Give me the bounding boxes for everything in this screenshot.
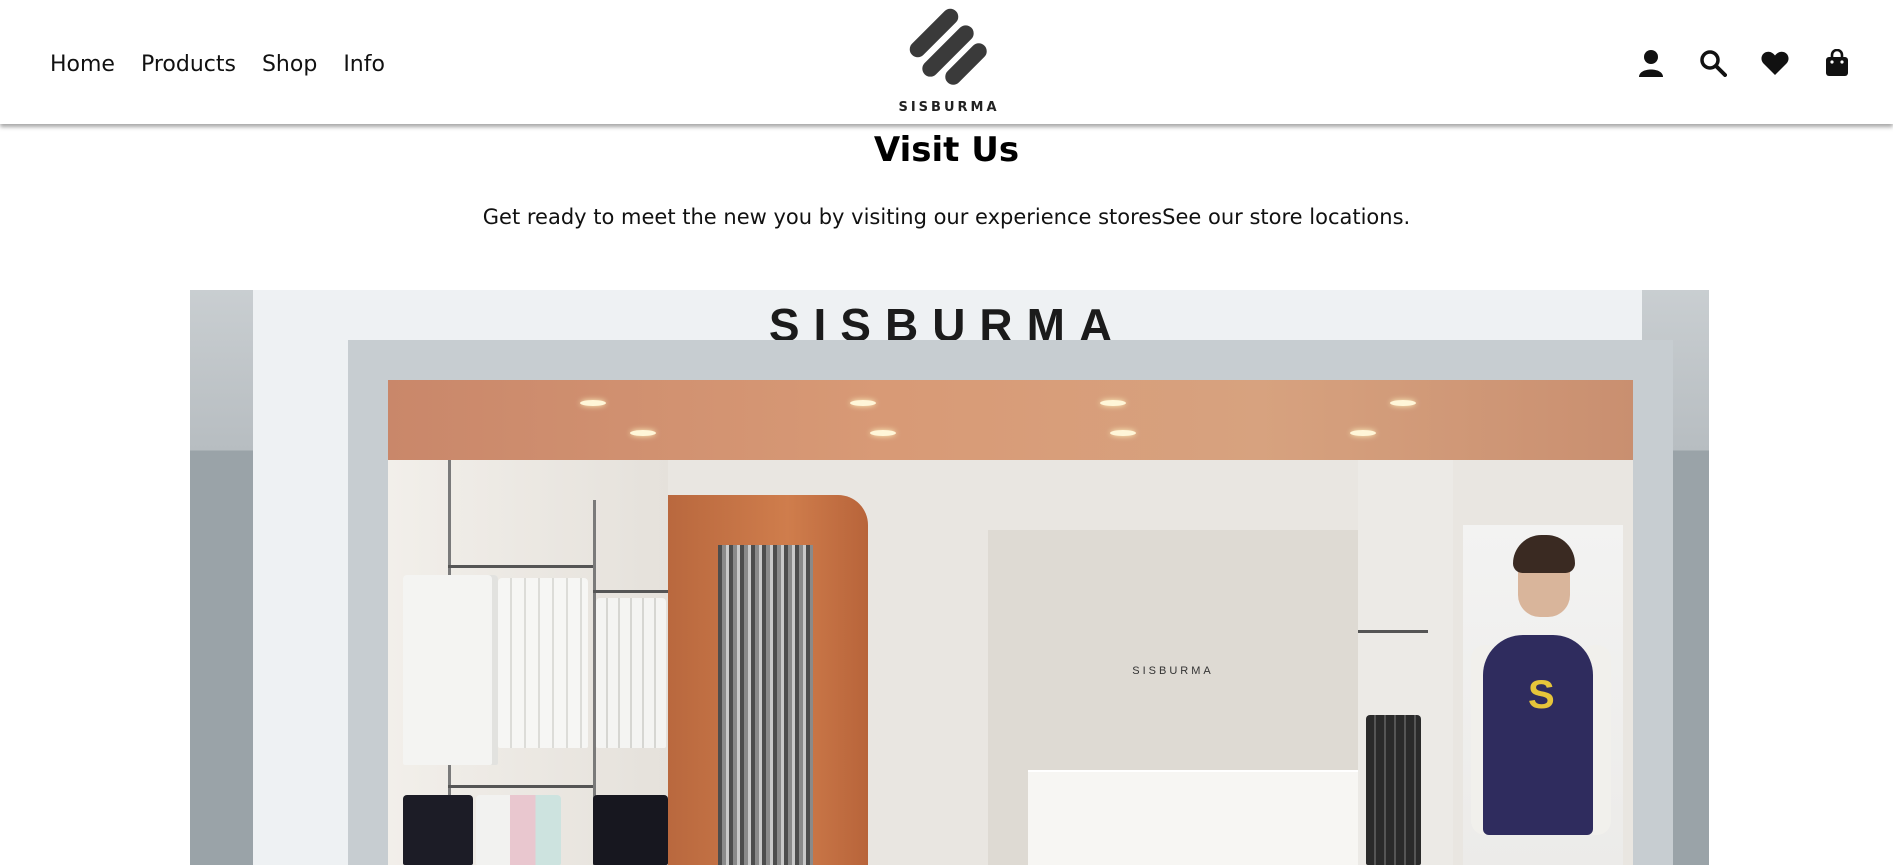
ceiling-light <box>1100 400 1126 406</box>
store-ceiling <box>388 380 1633 460</box>
store-entrance: SISBURMA S <box>348 340 1673 865</box>
shirt <box>403 795 473 865</box>
logo-text: SISBURMA <box>898 100 1000 115</box>
poster-jacket-letter: S <box>1528 673 1555 717</box>
store-left-wall <box>388 460 668 865</box>
logo-mark-icon <box>909 8 987 85</box>
ceiling-light <box>1350 430 1376 436</box>
clothing-rail <box>593 590 668 593</box>
nav-info[interactable]: Info <box>343 52 385 77</box>
store-side-wall-left <box>190 290 253 865</box>
shirt <box>403 575 498 765</box>
page-subtitle: Get ready to meet the new you by visitin… <box>482 205 1411 229</box>
fitting-room-curtain <box>718 545 813 865</box>
nav-shop[interactable]: Shop <box>262 52 317 77</box>
poster-figure-hair <box>1513 535 1575 573</box>
clothing-rail <box>448 565 593 568</box>
nav-products[interactable]: Products <box>141 52 236 77</box>
shirt-rack <box>596 598 666 748</box>
header-icons <box>1636 48 1852 78</box>
site-header: Home Products Shop Info SISBURMA <box>0 0 1893 124</box>
ceiling-light <box>580 400 606 406</box>
ceiling-light <box>1390 400 1416 406</box>
shirt-rack <box>498 578 588 748</box>
store-poster: S <box>1463 525 1623 865</box>
page-title: Visit Us <box>873 130 1020 170</box>
search-icon[interactable] <box>1698 48 1728 78</box>
shirt <box>593 795 668 865</box>
clothing-rail <box>1358 630 1428 633</box>
heart-icon[interactable] <box>1760 48 1790 78</box>
ceiling-light <box>1110 430 1136 436</box>
brand-logo[interactable]: SISBURMA <box>896 0 1002 124</box>
store-front-image: SISBURMA SISBURMA S <box>190 290 1709 865</box>
shirt-rack <box>1366 715 1421 865</box>
shopping-bag-icon[interactable] <box>1822 48 1852 78</box>
user-icon[interactable] <box>1636 48 1666 78</box>
ceiling-light <box>850 400 876 406</box>
clothing-rail <box>448 785 593 788</box>
nav-home[interactable]: Home <box>50 52 115 77</box>
poster-figure-jacket <box>1483 635 1593 835</box>
store-frame: SISBURMA SISBURMA S <box>253 290 1673 865</box>
main-nav: Home Products Shop Info <box>50 52 385 77</box>
ceiling-light <box>630 430 656 436</box>
store-counter <box>1028 770 1408 865</box>
store-interior: SISBURMA S <box>388 380 1633 865</box>
wall-brand-text: SISBURMA <box>1132 665 1214 677</box>
store-right-wall <box>1358 460 1453 865</box>
shirt <box>476 795 561 865</box>
ceiling-light <box>870 430 896 436</box>
